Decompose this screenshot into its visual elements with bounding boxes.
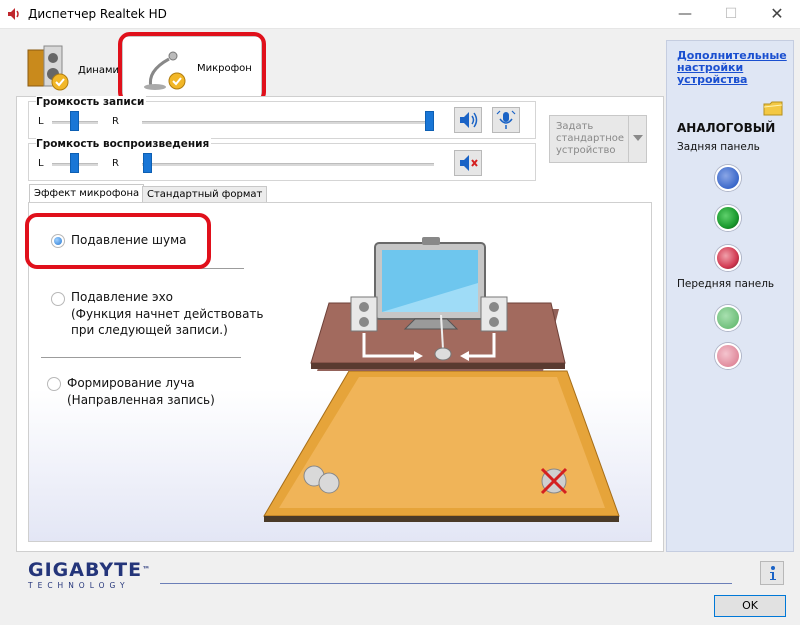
beam-label-line-2: (Направленная запись)	[67, 392, 215, 407]
chevron-down-icon	[633, 135, 643, 141]
logo-sub-text: TECHNOLOGY	[28, 581, 130, 590]
front-panel-label: Передняя панель	[677, 278, 775, 290]
echo-label-line-1: Подавление эхо	[71, 290, 174, 304]
rear-panel-label: Задняя панель	[677, 141, 760, 153]
connector-sidebar: Дополнительные настройки устройства АНАЛ…	[666, 40, 794, 552]
playback-volume-track	[142, 163, 434, 166]
rear-jack-pink[interactable]	[715, 245, 741, 271]
echo-cancellation-label: Подавление эхо (Функция начнет действова…	[71, 289, 264, 339]
front-jack-pink[interactable]	[715, 343, 741, 369]
link-line-3: устройства	[677, 73, 748, 86]
minimize-button[interactable]: —	[662, 0, 708, 29]
beam-label-line-1: Формирование луча	[67, 376, 195, 390]
close-button[interactable]: ✕	[754, 0, 800, 29]
title-bar: Диспетчер Realtek HD — ☐ ✕	[0, 0, 800, 29]
ok-button[interactable]: OK	[714, 595, 786, 617]
set-default-device-label: Задать стандартное устройство	[556, 121, 625, 156]
dropdown-arrow[interactable]	[628, 116, 646, 162]
logo-main-text: GIGABYTE	[28, 559, 143, 581]
rear-jack-blue[interactable]	[715, 165, 741, 191]
set-default-device-button[interactable]: Задать стандартное устройство	[549, 115, 647, 163]
advanced-device-settings-link[interactable]: Дополнительные настройки устройства	[677, 50, 787, 86]
recording-mute-button[interactable]	[454, 107, 482, 133]
speaker-muted-icon	[460, 155, 478, 171]
playback-left-label: L	[38, 158, 44, 169]
mic-boost-icon	[496, 110, 516, 129]
playback-mute-button[interactable]	[454, 150, 482, 176]
recording-balance-slider[interactable]	[70, 111, 79, 131]
tab-mic-effects[interactable]: Эффект микрофона	[29, 184, 145, 203]
speakers-icon	[27, 45, 69, 91]
echo-label-line-3: при следующей записи.)	[71, 323, 228, 337]
desk-setup-illustration	[263, 237, 620, 522]
highlight-outline-noise-suppression	[25, 213, 211, 269]
playback-right-label: R	[112, 158, 119, 169]
beamforming-label: Формирование луча (Направленная запись)	[67, 375, 215, 408]
recording-volume-track	[142, 121, 434, 124]
recording-volume-title: Громкость записи	[36, 96, 147, 108]
highlight-outline-tab	[118, 32, 266, 104]
divider-line	[160, 583, 732, 584]
logo-tm: ™	[142, 565, 152, 574]
front-jack-green[interactable]	[715, 305, 741, 331]
folder-icon[interactable]	[763, 99, 783, 117]
tab-default-format[interactable]: Стандартный формат	[142, 186, 268, 203]
recording-volume-slider[interactable]	[425, 111, 434, 131]
echo-cancellation-radio[interactable]	[51, 292, 65, 306]
info-button[interactable]	[760, 561, 784, 585]
speaker-app-icon	[8, 8, 19, 20]
recording-left-label: L	[38, 116, 44, 127]
window-title: Диспетчер Realtek HD	[28, 7, 167, 21]
analog-heading: АНАЛОГОВЫЙ	[677, 121, 776, 135]
speaker-icon	[460, 112, 478, 128]
maximize-button[interactable]: ☐	[708, 0, 754, 29]
tab-speakers[interactable]: Динамики	[24, 42, 132, 94]
playback-volume-title: Громкость воспроизведения	[36, 138, 212, 150]
playback-balance-slider[interactable]	[70, 153, 79, 173]
playback-volume-slider[interactable]	[143, 153, 152, 173]
beamforming-radio[interactable]	[47, 377, 61, 391]
info-icon	[770, 566, 776, 580]
echo-label-line-2: (Функция начнет действовать	[71, 306, 264, 321]
mic-boost-button[interactable]	[492, 107, 520, 133]
separator	[41, 357, 241, 358]
rear-jack-green[interactable]	[715, 205, 741, 231]
recording-right-label: R	[112, 116, 119, 127]
gigabyte-logo: GIGABYTE™ TECHNOLOGY	[28, 560, 151, 590]
